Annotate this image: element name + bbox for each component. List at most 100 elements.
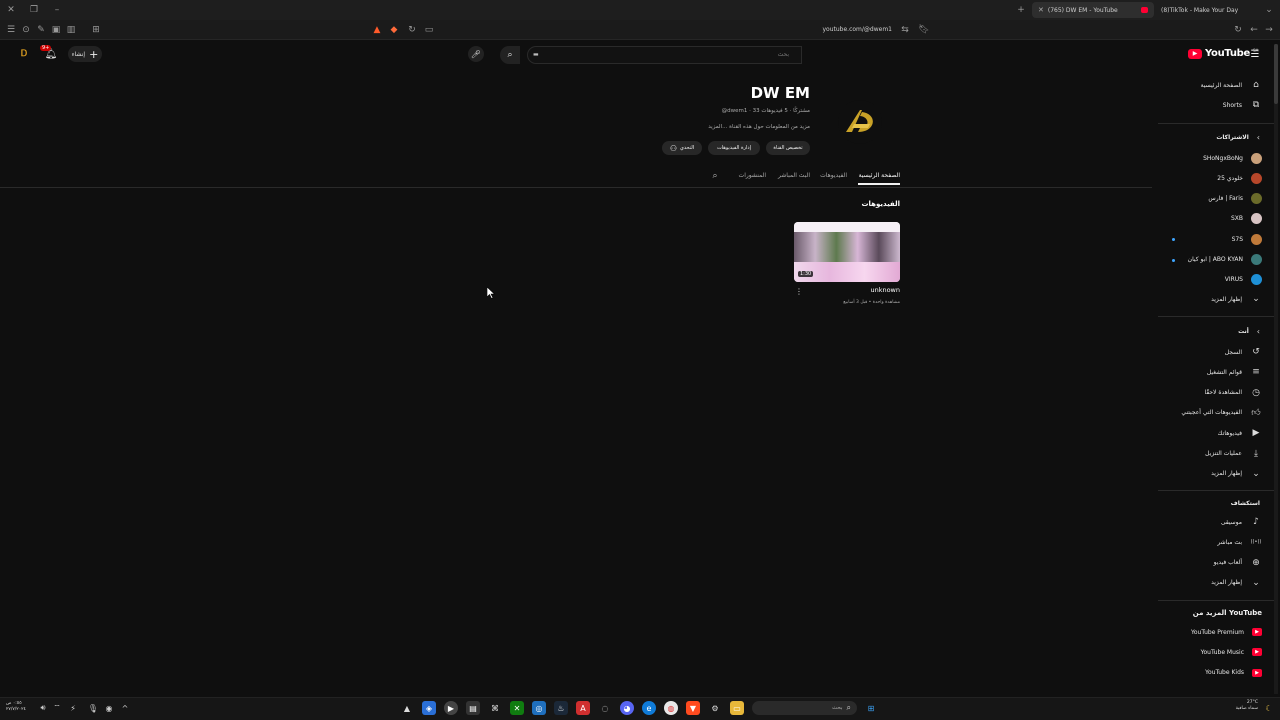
battery-icon[interactable]: ⚡︎ (66, 701, 80, 715)
show-hidden-icons[interactable]: ^ (118, 701, 132, 715)
xbox-icon[interactable]: ✕ (510, 701, 524, 715)
reader-icon[interactable]: ↻ (405, 23, 419, 37)
address-bar[interactable]: youtube.com/@dwem1 (780, 26, 893, 33)
voice-search-icon[interactable]: 🎤︎ (468, 46, 484, 62)
tab-list-icon[interactable]: ⌄ (1262, 3, 1276, 17)
channel-avatar-icon (1251, 233, 1262, 245)
menu-icon[interactable]: ☰ (4, 23, 18, 37)
wifi-icon[interactable]: ⌔ (50, 701, 64, 715)
new-tab-icon[interactable]: + (1014, 3, 1028, 17)
microphone-tray-icon[interactable]: 🎙︎ (86, 701, 100, 715)
app-icon-4[interactable]: ▤ (466, 701, 480, 715)
channel-search-icon[interactable]: ⌕ (708, 169, 722, 183)
sidebar-subscription-item[interactable]: VIRUS (1225, 271, 1262, 289)
minimize-window-icon[interactable]: – (50, 3, 64, 17)
discord-icon[interactable]: ◕ (620, 701, 634, 715)
sidebar-more-item[interactable]: YouTube Kids ▶ (1205, 664, 1262, 682)
app-icon-5[interactable]: ⌘ (488, 701, 502, 715)
tabs-icon[interactable]: ⊞ (89, 23, 103, 37)
app-icon-7[interactable]: ◎ (532, 701, 546, 715)
discord-tray-icon[interactable]: ◉ (102, 701, 116, 715)
channel-tab-home[interactable]: الصفحة الرئيسية (850, 172, 900, 179)
search-button[interactable]: ⌕ (500, 46, 520, 64)
customize-channel-button[interactable]: تخصيص القناة (766, 141, 810, 155)
close-tab-icon[interactable]: ✕ (1038, 6, 1044, 14)
sidebar-explore-item[interactable]: ألعاب فيديو ⊕ (1214, 554, 1262, 572)
sidebar-subscription-item[interactable]: ابو كيان | ABO KYAN (1188, 251, 1262, 269)
sidebar-subscription-item[interactable]: S7S (1232, 230, 1262, 248)
extension-icon[interactable]: ✎ (34, 23, 48, 37)
media-player-icon[interactable]: ▶ (444, 701, 458, 715)
more-options-icon[interactable]: ⋮ (795, 286, 803, 296)
video-title[interactable]: unknown (820, 286, 900, 294)
reload-icon[interactable]: ↻ (1231, 23, 1245, 37)
sidebar-subscriptions-show-more[interactable]: إظهار المزيد ⌄ (1211, 290, 1262, 308)
back-icon[interactable]: ← (1247, 23, 1261, 37)
sidebar-subscription-item[interactable]: SHoNgxBoNg (1203, 149, 1262, 167)
sidebar-you-item[interactable]: فيديوهاتك ▶ (1218, 424, 1262, 442)
sidebar-explore-item[interactable]: بث مباشر ((•)) (1217, 533, 1262, 551)
file-explorer-icon[interactable]: ▭ (730, 701, 744, 715)
restore-window-icon[interactable]: ❐ (27, 3, 41, 17)
youtube-logo[interactable]: ▶ YouTube SA (1188, 48, 1258, 59)
volume-icon[interactable]: 🔊︎ (36, 701, 50, 715)
taskbar-search-box[interactable]: بحث ⌕ (752, 701, 857, 715)
sidebar-subscription-item[interactable]: SXB (1231, 210, 1262, 228)
channel-tab-posts[interactable]: المنشورات (726, 172, 766, 179)
app-icon-1[interactable]: ▲ (400, 701, 414, 715)
sidebar-subscription-item[interactable]: فارس | Faris (1208, 190, 1262, 208)
sidebar-you-item[interactable]: عمليات التنزيل ⤓ (1205, 445, 1262, 463)
windows-start-icon[interactable]: ⊞ (864, 701, 878, 715)
app-icon-9[interactable]: A (576, 701, 590, 715)
sidebar-explore-item[interactable]: موسيقى ♪ (1221, 513, 1262, 531)
create-button[interactable]: إنشاء + (68, 46, 102, 62)
sidebar-you-item[interactable]: قوائم التشغيل ≡ (1207, 363, 1262, 381)
steam-icon[interactable]: ♨ (554, 701, 568, 715)
search-input[interactable]: ▬ بحث (527, 46, 802, 64)
channel-tab-videos[interactable]: الفيديوهات (808, 172, 847, 179)
sidebar-you-item[interactable]: إظهار المزيد ⌄ (1211, 465, 1262, 483)
sidebar-subscription-item[interactable]: خلودي 25 (1217, 169, 1262, 187)
channel-tab-live[interactable]: البث المباشر (766, 172, 810, 179)
brave-icon[interactable]: ▼ (686, 701, 700, 715)
channel-avatar[interactable] (838, 100, 882, 144)
brave-shields-icon[interactable]: ◆ (387, 23, 401, 37)
sidebar-item-shorts[interactable]: Shorts ⧉ (1223, 96, 1262, 114)
sidebar-subscriptions-header[interactable]: الاشتراكات ‹ (1216, 128, 1260, 146)
sidebar-you-item[interactable]: المشاهدة لاحقًا ◷ (1204, 384, 1262, 402)
close-window-icon[interactable]: ✕ (4, 3, 18, 17)
forward-icon[interactable]: → (1262, 23, 1276, 37)
sidebar-more-item[interactable]: YouTube Music ▶ (1201, 643, 1262, 661)
sidebar-item-home[interactable]: الصفحة الرئيسية ⌂ (1201, 76, 1262, 94)
guide-menu-icon[interactable]: ☰ (1249, 48, 1261, 60)
brave-rewards-icon[interactable]: ▲ (370, 23, 384, 37)
chrome-icon[interactable]: ◍ (664, 701, 678, 715)
screenshot-icon[interactable]: ▣ (49, 23, 63, 37)
location-icon[interactable]: ⊙ (19, 23, 33, 37)
sidebar-scrollbar[interactable] (1274, 44, 1278, 694)
app-icon-2[interactable]: ◈ (422, 701, 436, 715)
sidebar-explore-item[interactable]: إظهار المزيد ⌄ (1211, 574, 1262, 592)
tab-youtube[interactable]: ✕ (765) DW EM - YouTube (1032, 2, 1154, 18)
tab-tiktok[interactable]: (8)TikTok - Make Your Day (1155, 2, 1255, 18)
sidebar-you-item[interactable]: السجل ↺ (1225, 343, 1262, 361)
channel-about-link[interactable]: مزيد من المعلومات حول هذه القناة ...المز… (660, 124, 810, 130)
bookmark-icon[interactable]: 🔖︎ (917, 23, 931, 37)
settings-gear-icon[interactable]: ⚙ (708, 701, 722, 715)
edge-icon[interactable]: e (642, 701, 656, 715)
account-avatar[interactable]: Ꭰ (18, 48, 30, 60)
sidebar-more-item[interactable]: YouTube Premium ▶ (1191, 623, 1262, 641)
feature-button[interactable]: ⚇ التحدي (662, 141, 702, 155)
app-icon-10[interactable]: ◌ (598, 701, 612, 715)
weather-widget[interactable]: 27°C سماء صافية (1222, 700, 1258, 712)
share-icon[interactable]: ⇆ (898, 23, 912, 37)
cast-icon[interactable]: ▭ (422, 23, 436, 37)
sidebar-you-item[interactable]: الفيديوهات التي أعجبتني 👍︎ (1181, 404, 1262, 422)
sidebar-toggle-icon[interactable]: ▥ (64, 23, 78, 37)
manage-videos-button[interactable]: إدارة الفيديوهات (708, 141, 760, 155)
video-thumbnail[interactable]: 1:30 (794, 222, 900, 282)
taskbar-clock[interactable]: ٠:٥٥ ص ٢٧/٧/٢٠٢٤ (6, 701, 26, 713)
sidebar-you-header[interactable]: أنت ‹ (1238, 322, 1260, 340)
sidebar-divider (1158, 123, 1278, 124)
sidebar-item-label: عمليات التنزيل (1205, 450, 1242, 457)
